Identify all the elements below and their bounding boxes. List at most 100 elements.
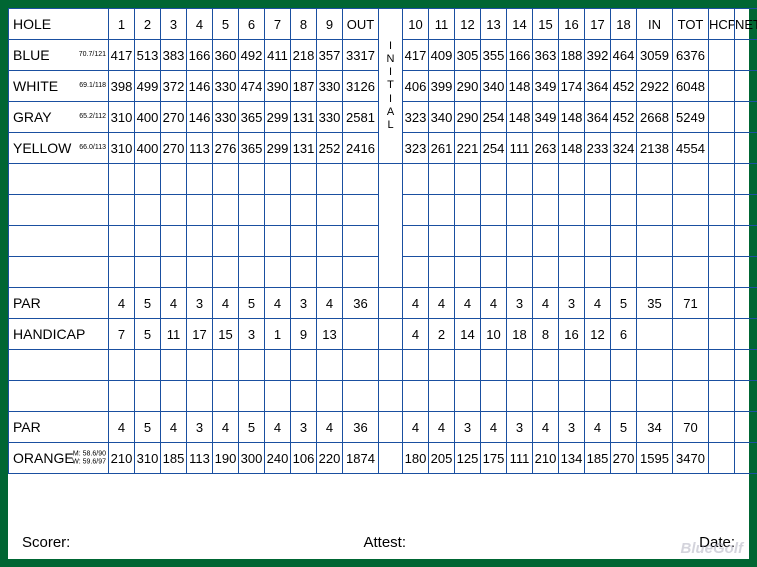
tee-gray: GRAY65.2/112: [9, 102, 109, 133]
in-cell: [637, 319, 673, 350]
net-label: NET: [735, 9, 757, 40]
cell: 220: [317, 443, 343, 474]
cell: [559, 226, 585, 257]
cell: 185: [585, 443, 611, 474]
cell: [291, 257, 317, 288]
tot-cell: [673, 319, 709, 350]
cell: 131: [291, 133, 317, 164]
hcp-cell: [709, 102, 735, 133]
initial-blank: [379, 443, 403, 474]
in-cell: [637, 195, 673, 226]
tee-orange: ORANGEM: 58.6/90 W: 59.6/97: [9, 443, 109, 474]
hcp-cell: [709, 226, 735, 257]
net-cell: [735, 443, 757, 474]
cell: 131: [291, 102, 317, 133]
cell: [403, 164, 429, 195]
cell: 417: [403, 40, 429, 71]
hole-label: HOLE: [9, 9, 109, 40]
player-row: [9, 257, 109, 288]
cell: 166: [507, 40, 533, 71]
cell: 3: [507, 288, 533, 319]
cell: 3: [455, 412, 481, 443]
hole-2: 2: [135, 9, 161, 40]
tot-cell: 70: [673, 412, 709, 443]
cell: [559, 257, 585, 288]
cell: [507, 350, 533, 381]
cell: 270: [611, 443, 637, 474]
out-cell: [343, 350, 379, 381]
cell: 4: [213, 288, 239, 319]
cell: [161, 381, 187, 412]
cell: [109, 381, 135, 412]
hole-14: 14: [507, 9, 533, 40]
hole-4: 4: [187, 9, 213, 40]
net-cell: [735, 257, 757, 288]
tot-cell: 5249: [673, 102, 709, 133]
cell: 15: [213, 319, 239, 350]
tee-white: WHITE69.1/118: [9, 71, 109, 102]
cell: 276: [213, 133, 239, 164]
cell: [533, 350, 559, 381]
initial-blank: [379, 288, 403, 319]
cell: 240: [265, 443, 291, 474]
cell: 6: [611, 319, 637, 350]
cell: 111: [507, 443, 533, 474]
cell: [429, 164, 455, 195]
cell: 355: [481, 40, 507, 71]
par2-label: PAR: [9, 412, 109, 443]
cell: 3: [291, 288, 317, 319]
cell: 464: [611, 40, 637, 71]
cell: [161, 350, 187, 381]
cell: [507, 257, 533, 288]
initial-label: INITIAL: [379, 9, 403, 164]
cell: 146: [187, 71, 213, 102]
cell: [187, 381, 213, 412]
cell: 4: [317, 288, 343, 319]
cell: 12: [585, 319, 611, 350]
cell: [161, 226, 187, 257]
cell: [429, 257, 455, 288]
in-cell: 34: [637, 412, 673, 443]
hole-1: 1: [109, 9, 135, 40]
cell: [429, 381, 455, 412]
cell: [611, 164, 637, 195]
cell: [507, 226, 533, 257]
cell: 146: [187, 102, 213, 133]
cell: 340: [429, 102, 455, 133]
cell: [213, 350, 239, 381]
cell: [135, 226, 161, 257]
scorecard: HOLE123456789OUTINITIAL10111213141516171…: [0, 0, 757, 567]
cell: 4: [429, 288, 455, 319]
hcp-cell: [709, 257, 735, 288]
cell: [239, 226, 265, 257]
cell: 254: [481, 102, 507, 133]
cell: [317, 257, 343, 288]
cell: [481, 195, 507, 226]
cell: [239, 381, 265, 412]
cell: 372: [161, 71, 187, 102]
out-cell: [343, 381, 379, 412]
in-label: IN: [637, 9, 673, 40]
cell: [213, 164, 239, 195]
cell: [455, 257, 481, 288]
in-cell: 2668: [637, 102, 673, 133]
cell: [317, 164, 343, 195]
cell: 180: [403, 443, 429, 474]
cell: 210: [109, 443, 135, 474]
cell: 299: [265, 102, 291, 133]
hcp-cell: [709, 350, 735, 381]
cell: 365: [239, 133, 265, 164]
cell: 4: [429, 412, 455, 443]
cell: [481, 226, 507, 257]
cell: 16: [559, 319, 585, 350]
cell: [135, 195, 161, 226]
tee-yellow: YELLOW66.0/113: [9, 133, 109, 164]
cell: 390: [265, 71, 291, 102]
out-cell: 36: [343, 288, 379, 319]
cell: 148: [559, 102, 585, 133]
tot-cell: 6376: [673, 40, 709, 71]
cell: [533, 226, 559, 257]
hcp-cell: [709, 319, 735, 350]
cell: [455, 164, 481, 195]
tot-cell: [673, 350, 709, 381]
